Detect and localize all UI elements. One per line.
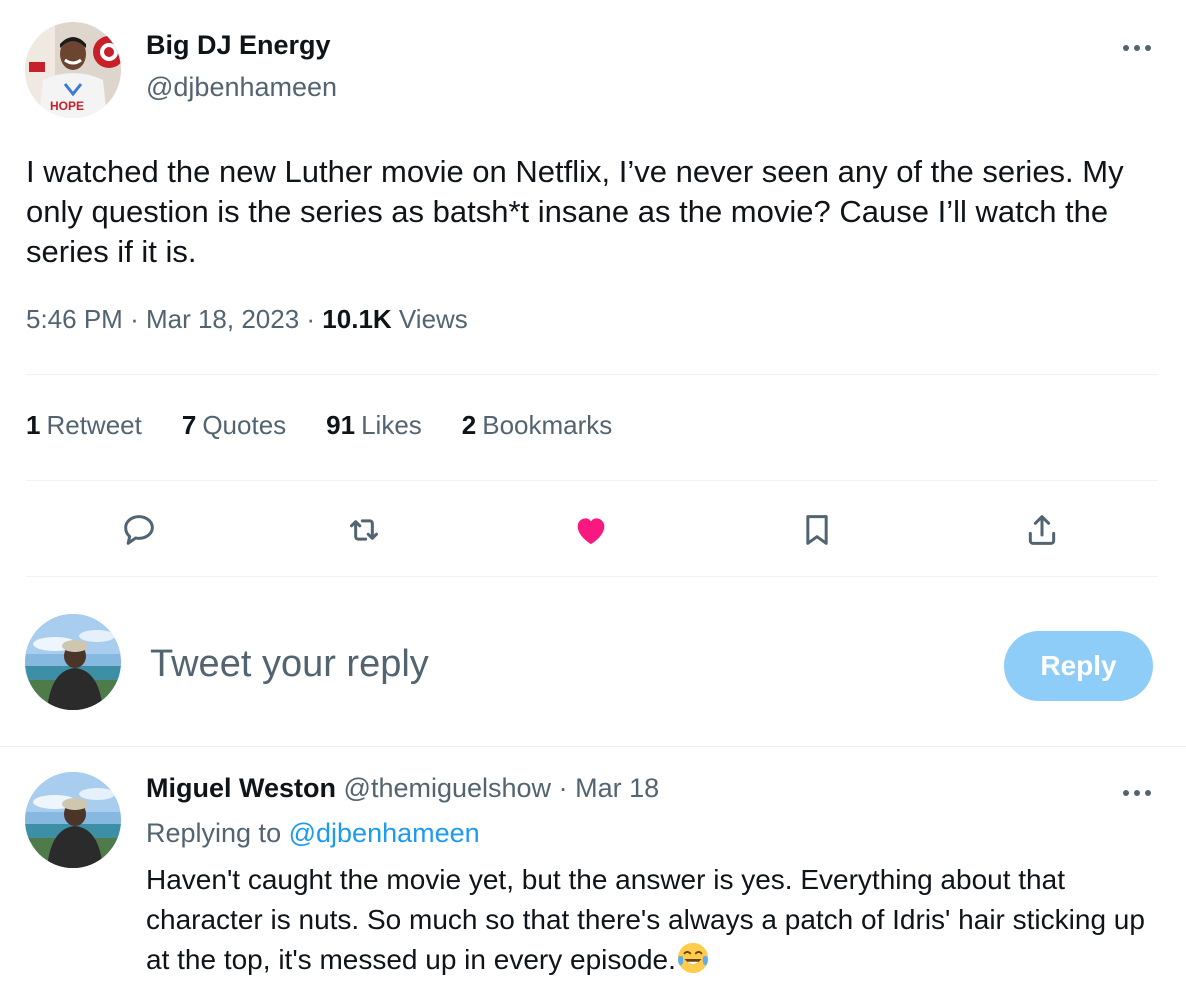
views-count: 10.1K (322, 304, 392, 334)
quotes-stat[interactable]: 7 Quotes (182, 410, 286, 441)
reply-author-avatar-image (25, 772, 121, 868)
reply-input[interactable]: Tweet your reply (150, 643, 429, 686)
reply-separator: · (558, 773, 568, 803)
divider (26, 576, 1158, 577)
tweet-stats: 1 Retweet 7 Quotes 91 Likes 2 Bookmarks (26, 410, 612, 441)
bookmarks-stat[interactable]: 2 Bookmarks (462, 410, 613, 441)
replying-to: Replying to @djbenhameen (146, 818, 480, 849)
reply-button[interactable]: Reply (1004, 631, 1153, 701)
tweet-meta: 5:46 PM · Mar 18, 2023 · 10.1K Views (26, 304, 468, 334)
face-with-tears-of-joy-emoji (677, 942, 708, 974)
retweet-icon[interactable] (342, 508, 386, 552)
reply-author-avatar[interactable] (25, 772, 121, 868)
divider (26, 480, 1158, 481)
divider (26, 374, 1158, 375)
retweets-stat[interactable]: 1 Retweet (26, 410, 142, 441)
reply-more-options-icon[interactable] (1119, 783, 1155, 803)
tweet-time[interactable]: 5:46 PM (26, 304, 123, 334)
reply-header: Miguel Weston @themiguelshow · Mar 18 (146, 773, 659, 804)
likes-stat[interactable]: 91 Likes (326, 410, 422, 441)
reply-icon[interactable] (117, 508, 161, 552)
tweet-text: I watched the new Luther movie on Netfli… (26, 154, 1124, 269)
tweet-date[interactable]: Mar 18, 2023 (146, 304, 299, 334)
divider (0, 746, 1186, 747)
current-user-avatar-image (25, 614, 121, 710)
reply-author-handle[interactable]: @themiguelshow (344, 773, 552, 803)
author-name[interactable]: Big DJ Energy (146, 30, 331, 61)
author-avatar-image: HOPE (25, 22, 121, 118)
reply-text: Haven't caught the movie yet, but the an… (146, 860, 1166, 980)
avatar-shirt-text: HOPE (50, 99, 84, 113)
views-label: Views (398, 304, 468, 334)
current-user-avatar[interactable] (25, 614, 121, 710)
share-icon[interactable] (1020, 508, 1064, 552)
reply-date[interactable]: Mar 18 (575, 773, 659, 803)
replying-to-label: Replying to (146, 818, 282, 848)
author-avatar[interactable]: HOPE (25, 22, 121, 118)
reply-text-content: Haven't caught the movie yet, but the an… (146, 864, 1145, 975)
heart-icon[interactable] (569, 508, 613, 552)
author-handle[interactable]: @djbenhameen (146, 72, 337, 103)
replying-to-mention[interactable]: @djbenhameen (289, 818, 480, 848)
bookmark-icon[interactable] (795, 508, 839, 552)
reply-author-name[interactable]: Miguel Weston (146, 773, 336, 803)
more-options-icon[interactable] (1119, 38, 1155, 58)
